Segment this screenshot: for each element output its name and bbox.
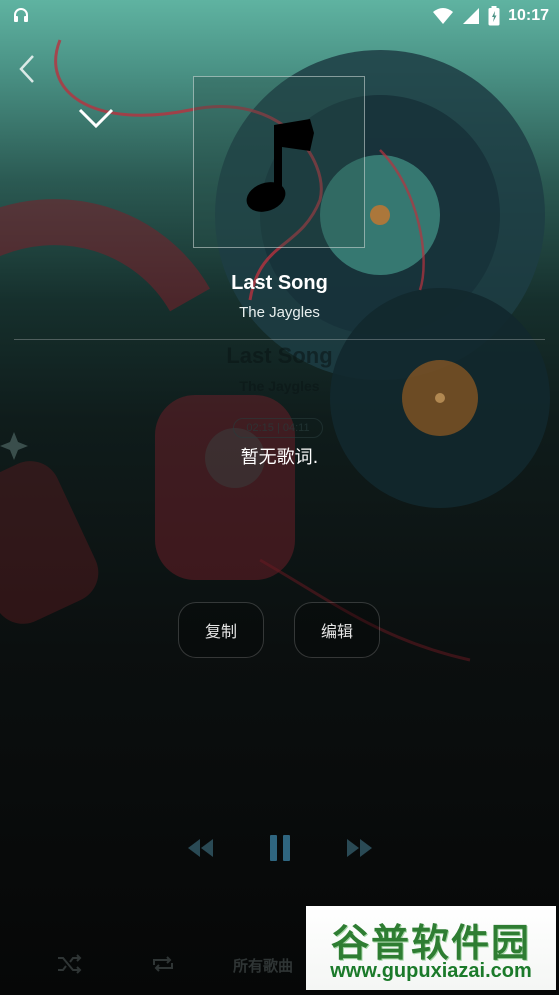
repeat-icon[interactable] bbox=[150, 953, 176, 975]
edit-button[interactable]: 编辑 bbox=[294, 602, 380, 658]
music-note-icon bbox=[246, 119, 314, 212]
pause-icon bbox=[270, 835, 290, 861]
wifi-icon bbox=[433, 8, 454, 24]
background-time-pill: 02:15 | 04:11 bbox=[233, 418, 323, 438]
headphones-icon bbox=[14, 8, 28, 22]
watermark-url: www.gupuxiazai.com bbox=[330, 960, 532, 982]
back-arrow-icon[interactable] bbox=[14, 52, 42, 86]
divider bbox=[14, 339, 545, 340]
watermark-logo: 谷普软件园 www.gupuxiazai.com bbox=[306, 906, 556, 990]
background-song-artist: The Jaygles bbox=[239, 378, 320, 394]
album-art bbox=[193, 76, 365, 248]
shuffle-icon[interactable] bbox=[56, 953, 82, 975]
background-song-title: Last Song bbox=[226, 343, 333, 368]
next-button[interactable] bbox=[340, 830, 380, 866]
no-lyrics-text: 暂无歌词. bbox=[240, 447, 319, 468]
chevron-down-icon[interactable] bbox=[76, 104, 116, 132]
battery-icon bbox=[488, 6, 500, 26]
copy-button[interactable]: 复制 bbox=[178, 602, 264, 658]
signal-icon bbox=[463, 8, 480, 24]
status-time: 10:17 bbox=[508, 7, 549, 24]
rewind-icon bbox=[188, 839, 213, 857]
watermark-title: 谷普软件园 bbox=[330, 921, 531, 965]
fast-forward-icon bbox=[347, 839, 372, 857]
pause-button[interactable] bbox=[264, 830, 296, 866]
playlist-label[interactable]: 所有歌曲 bbox=[233, 955, 293, 976]
status-bar: 10:17 bbox=[0, 0, 559, 32]
song-title: Last Song bbox=[231, 272, 328, 294]
song-artist: The Jaygles bbox=[239, 304, 320, 321]
previous-button[interactable] bbox=[180, 830, 220, 866]
